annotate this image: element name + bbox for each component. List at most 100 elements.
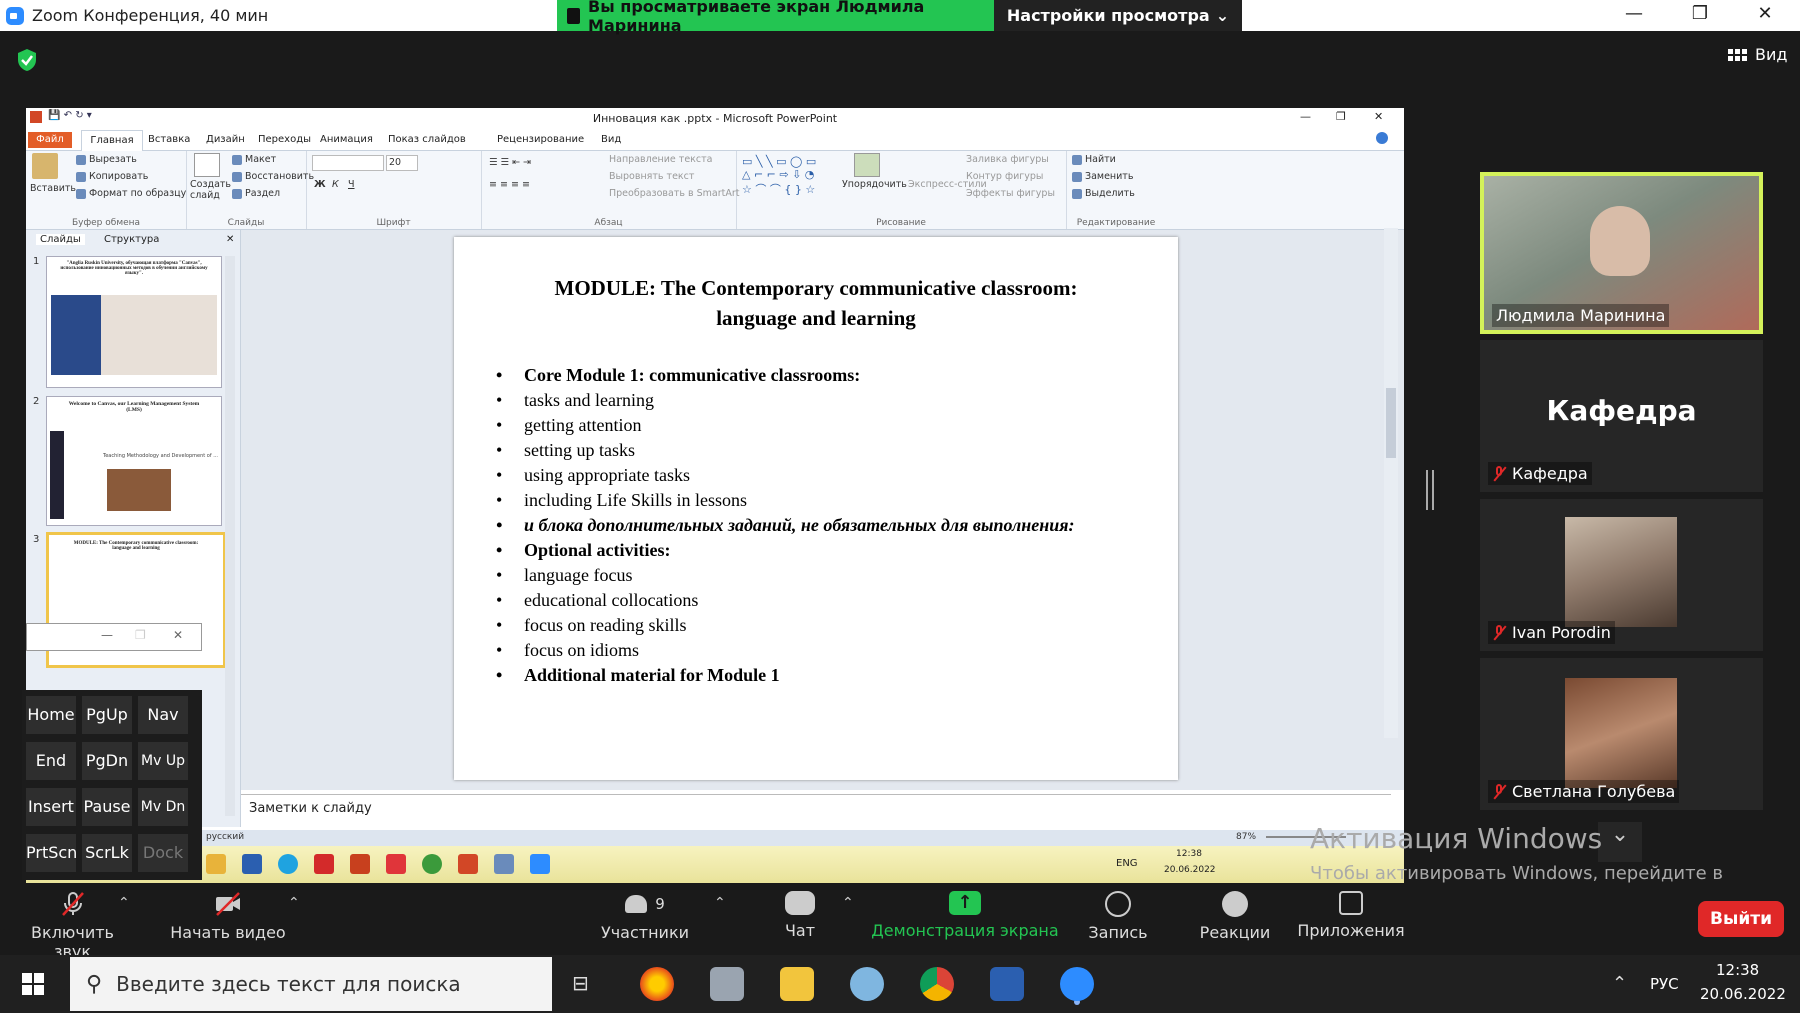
reset-button[interactable]: Восстановить <box>232 171 314 182</box>
align-icons[interactable]: ≡ ≡ ≡ ≡ <box>489 179 530 190</box>
tab-slides[interactable]: Слайды <box>36 234 85 245</box>
clock-time[interactable]: 12:38 <box>1716 961 1759 979</box>
ppt-close-icon[interactable]: ✕ <box>1374 110 1383 123</box>
scroll-thumb[interactable] <box>1386 388 1396 458</box>
zoom-taskbar-icon[interactable] <box>1060 967 1094 1001</box>
explorer-icon[interactable] <box>206 854 226 874</box>
mail-icon[interactable] <box>314 854 334 874</box>
chat-options-icon[interactable]: ⌃ <box>842 895 854 911</box>
tab-transitions[interactable]: Переходы <box>258 134 311 145</box>
app-yandex-icon[interactable] <box>640 967 674 1001</box>
copy-button[interactable]: Копировать <box>76 171 148 182</box>
bold-icon[interactable]: Ж <box>314 179 326 190</box>
key-mvup[interactable]: Mv Up <box>138 742 188 780</box>
windows-start-icon[interactable] <box>22 973 44 995</box>
text-direction-button[interactable]: Направление текста <box>609 154 713 165</box>
app-scanner-icon[interactable] <box>710 967 744 1001</box>
arrange-button[interactable]: Упорядочить <box>842 179 907 190</box>
word-icon[interactable] <box>990 967 1024 1001</box>
word-icon[interactable] <box>242 854 262 874</box>
tab-animation[interactable]: Анимация <box>320 134 373 145</box>
panel-close-icon[interactable]: ✕ <box>226 234 234 245</box>
key-prtscn[interactable]: PrtScn <box>26 834 77 872</box>
tab-view[interactable]: Вид <box>601 134 621 145</box>
help-icon[interactable] <box>1376 132 1388 144</box>
reader-icon[interactable] <box>386 854 406 874</box>
apps-button[interactable]: Приложения <box>1296 885 1406 940</box>
paste-icon[interactable] <box>32 153 58 179</box>
smartart-button[interactable]: Преобразовать в SmartArt <box>609 188 739 199</box>
key-mvdn[interactable]: Mv Dn <box>138 788 188 826</box>
shape-outline-button[interactable]: Контур фигуры <box>966 171 1043 182</box>
start-video-button[interactable]: Начать видео <box>168 885 288 942</box>
tab-insert[interactable]: Вставка <box>148 134 190 145</box>
key-home[interactable]: Home <box>26 696 76 734</box>
minimize-icon[interactable]: — <box>1614 3 1654 29</box>
record-button[interactable]: Запись <box>1078 885 1158 942</box>
floating-window[interactable]: — ❐ ✕ <box>26 623 202 651</box>
shape-fill-button[interactable]: Заливка фигуры <box>966 154 1049 165</box>
remote-language[interactable]: ENG <box>1116 858 1138 869</box>
key-pgdn[interactable]: PgDn <box>82 742 132 780</box>
float-restore-icon[interactable]: ❐ <box>135 628 146 642</box>
tab-design[interactable]: Дизайн <box>206 134 245 145</box>
shapes-gallery[interactable]: ▭ ╲ ╲ ▭ ◯ ▭ △ ⌐ ⌐ ⇨ ⇩ ◔ ☆ ⌒ ⌒ { } ☆ <box>742 155 816 197</box>
taskbar-search-box[interactable]: ⚲ Введите здесь текст для поиска <box>70 957 552 1011</box>
notes-pane[interactable]: Заметки к слайду <box>241 794 1391 823</box>
slide-thumbnail-1[interactable]: "Anglia Ruskin University, обучающая пла… <box>46 256 222 388</box>
italic-icon[interactable]: К <box>332 179 339 190</box>
chat-button[interactable]: Чат <box>770 885 830 940</box>
current-slide[interactable]: MODULE: The Contemporary communicative c… <box>454 237 1178 780</box>
input-language[interactable]: РУС <box>1650 975 1679 993</box>
view-button[interactable]: Вид <box>1728 45 1787 64</box>
participant-tile-svetlana[interactable]: Светлана Голубева <box>1480 658 1763 810</box>
participants-options-icon[interactable]: ⌃ <box>714 895 726 911</box>
tab-file[interactable]: Файл <box>28 132 72 148</box>
participant-tile-active[interactable]: Людмила Маринина <box>1480 172 1763 334</box>
slide-scrollbar[interactable] <box>1384 228 1398 738</box>
app-icon[interactable] <box>350 854 370 874</box>
restore-icon[interactable]: ❐ <box>1680 3 1720 29</box>
bullets-icon[interactable]: ☰ ☰ ⇤ ⇥ <box>489 157 531 168</box>
splitter-handle[interactable] <box>1426 470 1434 510</box>
participants-button[interactable]: 9 Участники <box>600 885 690 942</box>
font-size-input[interactable]: 20 <box>386 155 418 171</box>
cut-button[interactable]: Вырезать <box>76 154 137 165</box>
chrome-icon[interactable] <box>422 854 442 874</box>
share-screen-button[interactable]: ↑ Демонстрация экрана <box>870 885 1060 940</box>
paste-button[interactable]: Вставить <box>30 183 76 194</box>
chrome-icon[interactable] <box>920 967 954 1001</box>
select-button[interactable]: Выделить <box>1072 188 1135 199</box>
find-button[interactable]: Найти <box>1072 154 1116 165</box>
view-options-button[interactable]: Настройки просмотра ⌄ <box>994 0 1242 31</box>
clock-date[interactable]: 20.06.2022 <box>1700 985 1786 1003</box>
audio-options-icon[interactable]: ⌃ <box>118 895 130 911</box>
tab-review[interactable]: Рецензирование <box>497 134 584 145</box>
key-insert[interactable]: Insert <box>26 788 76 826</box>
paint-icon[interactable] <box>850 967 884 1001</box>
shape-effects-button[interactable]: Эффекты фигуры <box>966 188 1055 199</box>
layout-button[interactable]: Макет <box>232 154 276 165</box>
zoom-icon[interactable] <box>530 854 550 874</box>
powerpoint-icon[interactable] <box>458 854 478 874</box>
panel-scrollbar[interactable] <box>225 256 235 816</box>
float-minimize-icon[interactable]: — <box>101 628 113 642</box>
ppt-minimize-icon[interactable]: — <box>1300 110 1311 123</box>
key-dock[interactable]: Dock <box>138 834 188 872</box>
encryption-shield-icon[interactable] <box>16 48 38 72</box>
unmute-button[interactable]: Включить звук <box>10 885 135 961</box>
task-view-icon[interactable]: ⊟ <box>572 971 589 995</box>
slide-thumbnail-2[interactable]: Welcome to Canvas, our Learning Manageme… <box>46 396 222 526</box>
participant-tile-ivan[interactable]: Ivan Porodin <box>1480 499 1763 651</box>
participant-tile-kafedra[interactable]: Кафедра Кафедра <box>1480 340 1763 492</box>
align-text-button[interactable]: Выровнять текст <box>609 171 694 182</box>
format-painter-button[interactable]: Формат по образцу <box>76 188 186 199</box>
new-slide-button[interactable]: Создать слайд <box>190 179 231 201</box>
key-pause[interactable]: Pause <box>82 788 132 826</box>
chevron-down-icon[interactable]: ⌄ <box>1598 822 1642 862</box>
replace-button[interactable]: Заменить <box>1072 171 1133 182</box>
video-options-icon[interactable]: ⌃ <box>288 895 300 911</box>
ppt-restore-icon[interactable]: ❐ <box>1336 110 1346 123</box>
key-scrlk[interactable]: ScrLk <box>82 834 132 872</box>
arrange-icon[interactable] <box>854 153 880 177</box>
